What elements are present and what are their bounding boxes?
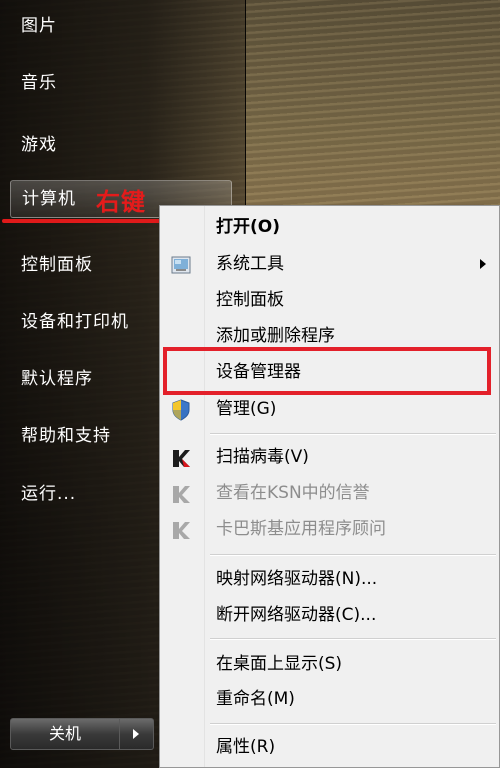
kaspersky-icon [170, 447, 192, 469]
start-item-pictures[interactable]: 图片 [10, 8, 232, 44]
ctx-item-label: 查看在KSN中的信誉 [216, 483, 370, 503]
uac-shield-icon [170, 399, 192, 421]
ctx-item-label: 系统工具 [216, 254, 284, 274]
ctx-item-label: 重命名(M) [216, 689, 295, 709]
ctx-item-label: 卡巴斯基应用程序顾问 [216, 519, 386, 539]
ctx-item-map-network-drive[interactable]: 映射网络驱动器(N)... [160, 562, 499, 596]
ctx-item-label: 属性(R) [216, 737, 276, 757]
ctx-item-control-panel[interactable]: 控制面板 [160, 283, 499, 317]
ctx-item-open[interactable]: 打开(O) [160, 210, 499, 244]
annotation-underline [2, 219, 162, 223]
ctx-item-label: 在桌面上显示(S) [216, 654, 343, 674]
ctx-item-system-tools[interactable]: 系统工具 [160, 247, 499, 281]
kaspersky-icon [170, 483, 192, 505]
start-item-music[interactable]: 音乐 [10, 65, 232, 101]
menu-separator [210, 638, 496, 640]
system-tools-icon [170, 254, 192, 276]
ctx-item-label: 断开网络驱动器(C)... [216, 605, 377, 625]
menu-separator [210, 723, 496, 725]
ctx-item-label: 打开(O) [216, 217, 280, 237]
ctx-item-show-on-desktop[interactable]: 在桌面上显示(S) [160, 647, 499, 681]
ctx-item-rename[interactable]: 重命名(M) [160, 682, 499, 716]
ctx-item-disconnect-network-drive[interactable]: 断开网络驱动器(C)... [160, 598, 499, 632]
annotation-right-click-label: 右键 [96, 188, 146, 216]
ctx-item-ksn-reputation: 查看在KSN中的信誉 [160, 476, 499, 510]
submenu-arrow-icon [480, 259, 486, 269]
ctx-item-label: 管理(G) [216, 399, 277, 419]
start-item-games[interactable]: 游戏 [10, 127, 232, 163]
ctx-item-scan-virus[interactable]: 扫描病毒(V) [160, 440, 499, 474]
kaspersky-icon [170, 519, 192, 541]
annotation-highlight-box [163, 347, 491, 395]
ctx-item-manage[interactable]: 管理(G) [160, 392, 499, 426]
shutdown-button[interactable]: 关机 [10, 718, 120, 750]
ctx-item-label: 控制面板 [216, 290, 284, 310]
ctx-item-label: 映射网络驱动器(N)... [216, 569, 378, 589]
ctx-item-label: 扫描病毒(V) [216, 447, 309, 467]
shutdown-options-button[interactable] [120, 718, 154, 750]
context-menu: 打开(O) 系统工具 控制面板 添加或删除程序 设备管理器 管理(G) 扫描病毒… [159, 205, 500, 768]
menu-separator [210, 433, 496, 435]
ctx-item-properties[interactable]: 属性(R) [160, 730, 499, 764]
menu-separator [210, 554, 496, 556]
chevron-right-icon [133, 729, 139, 739]
ctx-item-kaspersky-advisor: 卡巴斯基应用程序顾问 [160, 512, 499, 546]
